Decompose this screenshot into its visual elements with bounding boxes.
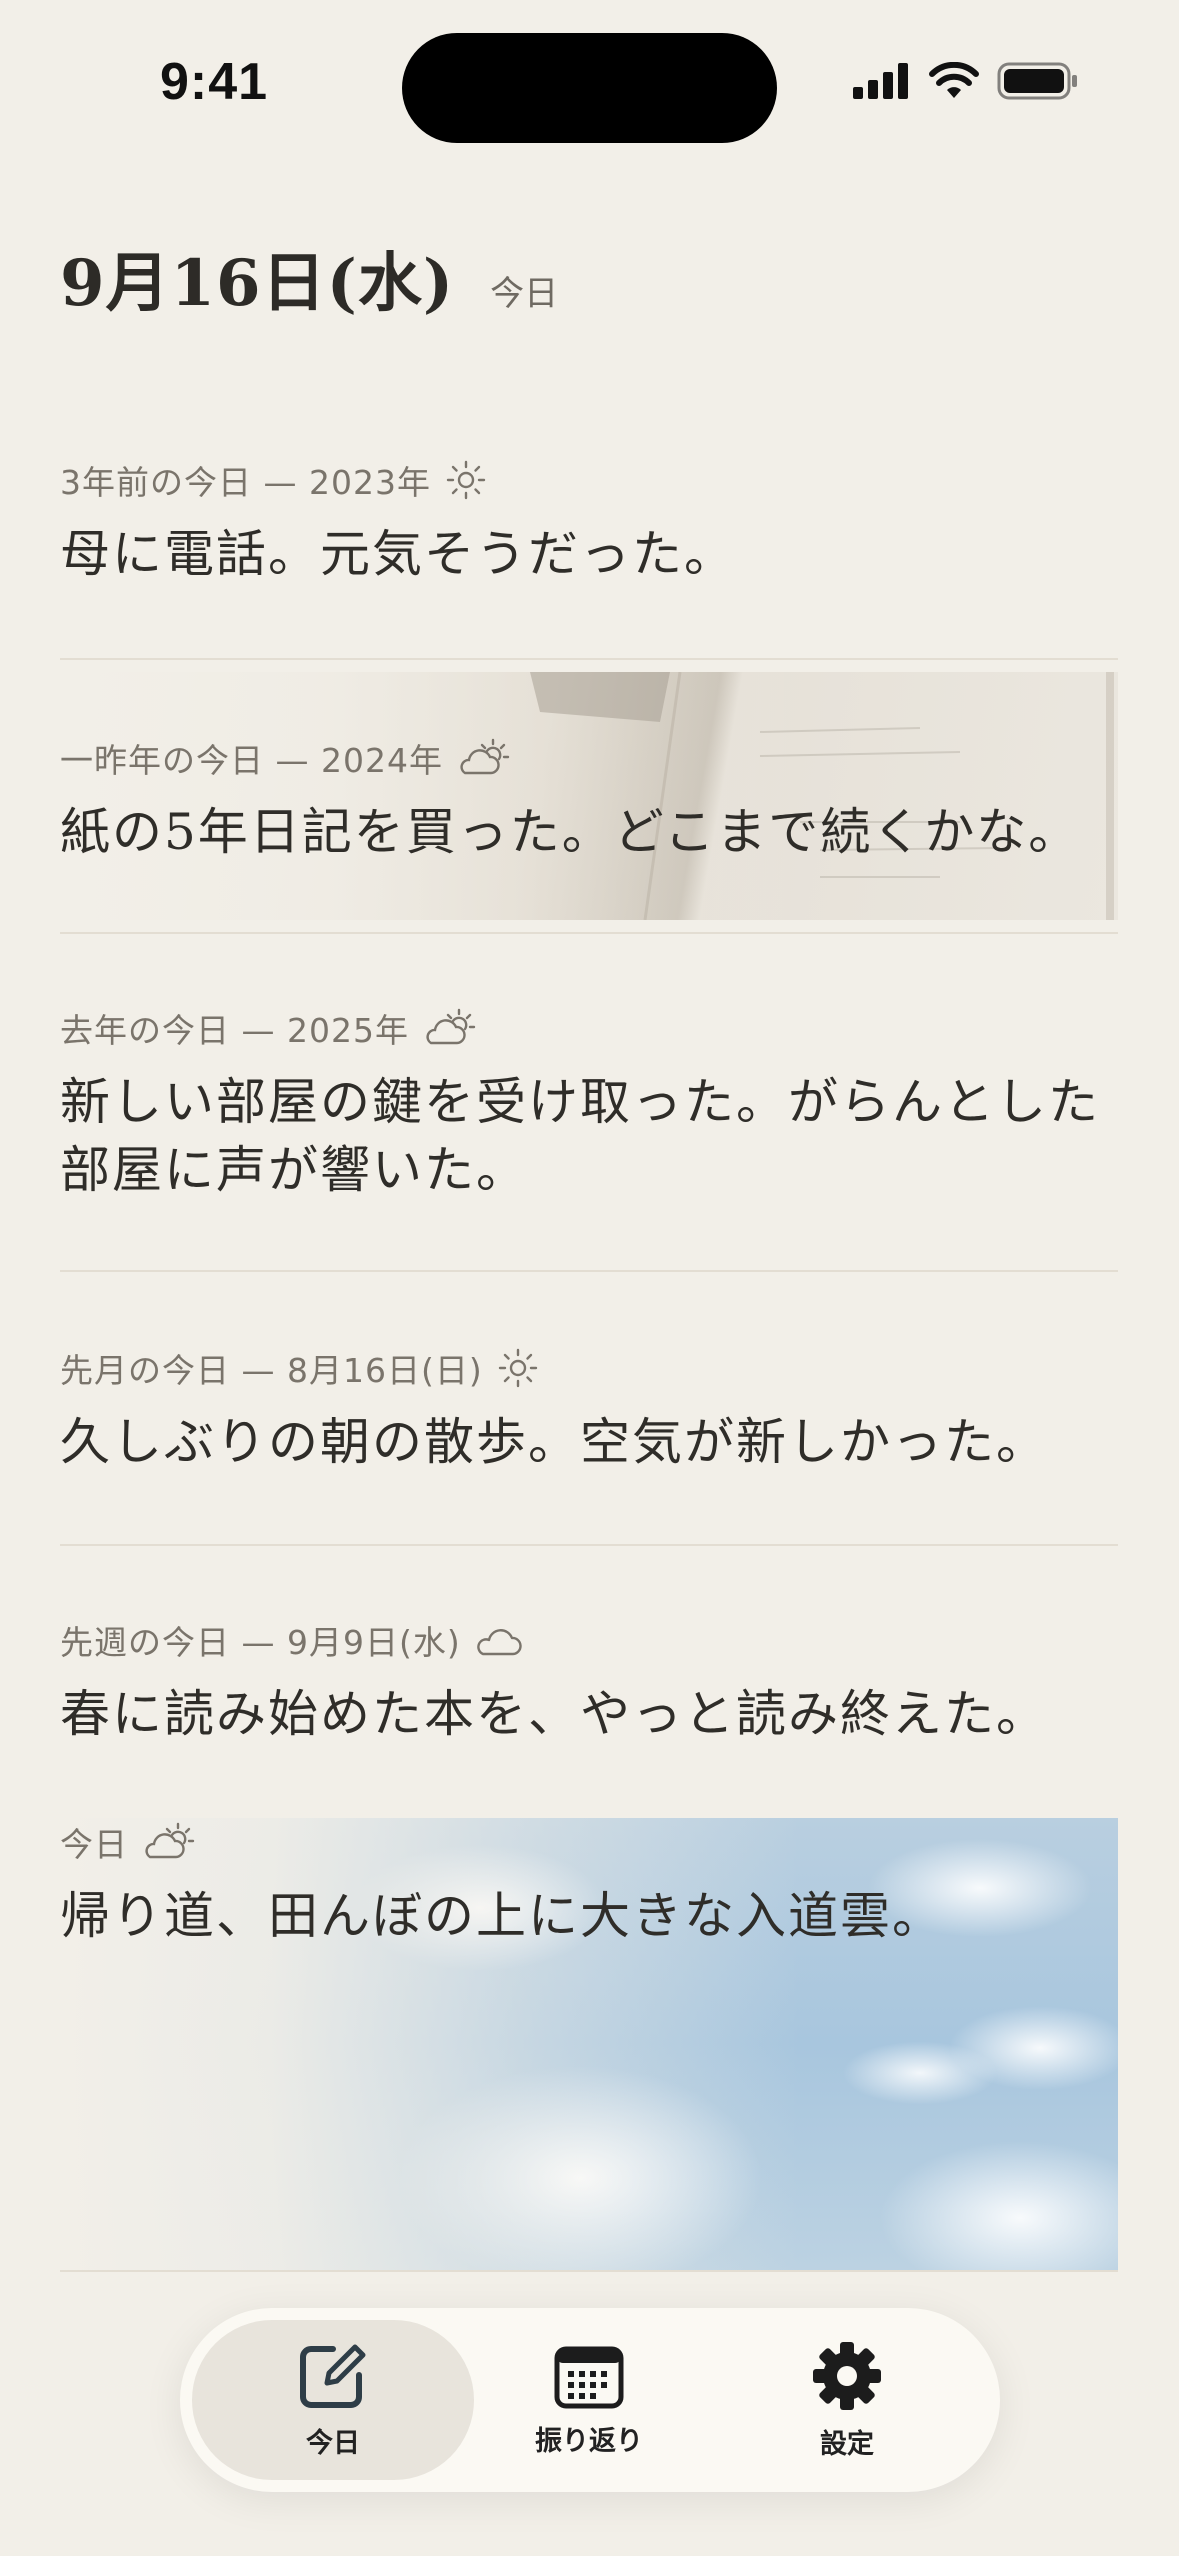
entry-text: 母に電話。元気そうだった。 <box>60 525 736 583</box>
divider <box>60 658 1118 660</box>
wifi-icon <box>929 62 979 98</box>
compose-icon <box>300 2344 366 2408</box>
sun-icon <box>446 460 486 500</box>
cellular-signal-icon <box>853 63 908 99</box>
calendar-icon <box>554 2346 624 2408</box>
divider <box>60 1270 1118 1272</box>
entry-meta: 3年前の今日 — 2023年 <box>60 463 431 502</box>
status-time: 9:41 <box>160 53 269 111</box>
partly-cloudy-icon <box>145 1822 195 1859</box>
diary-entry[interactable]: 去年の今日 — 2025年 新しい部屋の鍵を受け取った。がらんとした部屋に声が響… <box>60 1006 1118 1206</box>
partly-cloudy-icon <box>426 1008 476 1045</box>
tab-bar: 今日 振り返り 設定 <box>180 2308 1000 2492</box>
entry-meta: 先月の今日 — 8月16日(日) <box>60 1351 483 1390</box>
entry-text: 久しぶりの朝の散歩。空気が新しかった。 <box>60 1413 1048 1471</box>
entry-text: 紙の5年日記を買った。どこまで続くかな。 <box>60 803 1081 861</box>
status-bar: 9:41 <box>0 0 1179 150</box>
entry-meta: 一昨年の今日 — 2024年 <box>60 741 443 780</box>
divider <box>60 932 1118 934</box>
tab-review[interactable]: 振り返り <box>448 2320 730 2480</box>
divider <box>60 1544 1118 1546</box>
cloud-icon <box>476 1629 522 1656</box>
battery-icon <box>997 62 1077 100</box>
tab-label: 設定 <box>820 2428 874 2460</box>
gear-icon <box>813 2341 881 2410</box>
entry-meta: 今日 <box>60 1825 128 1864</box>
entry-meta: 去年の今日 — 2025年 <box>60 1011 409 1050</box>
entry-text: 春に読み始めた本を、やっと読み終えた。 <box>60 1685 1048 1743</box>
page-title: 9月16日(水) <box>60 246 455 321</box>
entry-text: 帰り道、田んぼの上に大きな入道雲。 <box>60 1887 944 1945</box>
diary-entry[interactable]: 3年前の今日 — 2023年 母に電話。元気そうだった。 <box>60 458 1118 598</box>
diary-entry[interactable]: 先週の今日 — 9月9日(水) 春に読み始めた本を、やっと読み終えた。 <box>60 1618 1118 1758</box>
page-header: 9月16日(水) 今日 <box>60 232 558 324</box>
diary-entry[interactable]: 今日 帰り道、田んぼの上に大きな入道雲。 <box>60 1818 1118 2270</box>
entry-meta: 先週の今日 — 9月9日(水) <box>60 1623 461 1662</box>
diary-entry[interactable]: 一昨年の今日 — 2024年 紙の5年日記を買った。どこまで続くかな。 <box>60 672 1118 920</box>
partly-cloudy-icon <box>460 738 510 775</box>
tab-settings[interactable]: 設定 <box>706 2320 988 2480</box>
tab-label: 今日 <box>306 2427 360 2459</box>
sun-icon <box>498 1348 537 1388</box>
status-icons <box>853 62 1079 100</box>
tab-today[interactable]: 今日 <box>192 2320 474 2480</box>
today-label: 今日 <box>490 274 559 314</box>
tab-label: 振り返り <box>535 2425 643 2457</box>
dynamic-island <box>402 33 777 143</box>
diary-entry[interactable]: 先月の今日 — 8月16日(日) 久しぶりの朝の散歩。空気が新しかった。 <box>60 1346 1118 1486</box>
entry-text: 新しい部屋の鍵を受け取った。がらんとした部屋に声が響いた。 <box>60 1073 1100 1199</box>
divider <box>60 2270 1118 2272</box>
